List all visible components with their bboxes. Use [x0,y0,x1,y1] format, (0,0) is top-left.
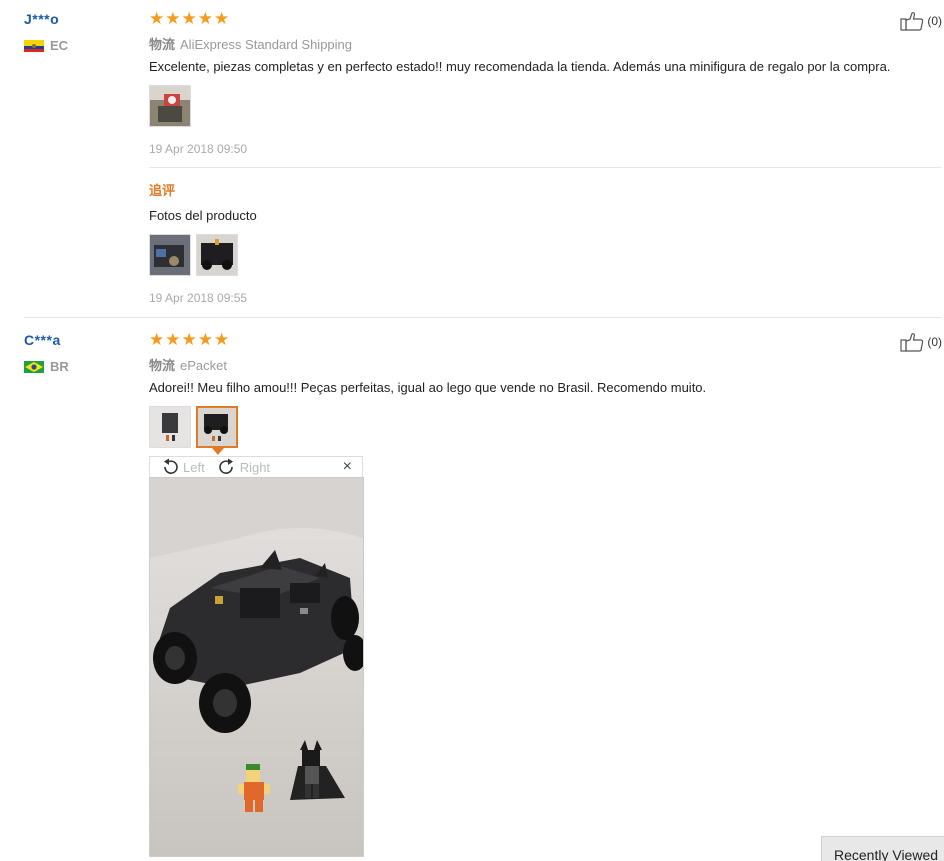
star-icon: ★ [165,9,181,28]
rotate-left-button[interactable]: Left [160,458,205,476]
star-icon: ★ [149,330,165,349]
review-photo-thumb[interactable] [149,85,191,127]
reviewer-country: EC [24,38,68,53]
shipping-info: 物流 AliExpress Standard Shipping [149,34,352,53]
recently-viewed-tab[interactable]: Recently Viewed [821,836,944,861]
shipping-method: AliExpress Standard Shipping [180,37,353,52]
shipping-info: 物流 ePacket [149,355,227,374]
review-date: 19 Apr 2018 09:50 [149,142,248,156]
star-icon: ★ [214,9,230,28]
star-rating: ★ ★ ★ ★ ★ [149,10,229,27]
photo-image [197,235,237,275]
reviewer-country: BR [24,359,69,374]
flag-ec-icon [24,39,44,52]
followup-photo-thumb[interactable] [149,234,191,276]
photo-image [150,86,190,126]
star-icon: ★ [197,330,213,349]
star-icon: ★ [181,9,197,28]
helpful-count: (0) [927,335,942,349]
helpful-button[interactable]: (0) [900,332,942,352]
shipping-label: 物流 [149,358,176,373]
helpful-count: (0) [927,14,942,28]
review-photo-enlarged [149,477,364,857]
star-icon: ★ [214,330,230,349]
star-icon: ★ [181,330,197,349]
thumbs-up-icon [900,12,924,31]
rotate-right-label: Right [239,459,271,475]
country-code: EC [50,38,69,53]
photo-image [150,407,190,447]
followup-date: 19 Apr 2018 09:55 [149,291,248,305]
star-icon: ★ [165,330,181,349]
rotate-right-button[interactable]: Right [215,458,270,476]
photo-image [198,408,236,446]
review-photo-thumb-selected[interactable] [196,406,238,448]
review-photo-thumb[interactable] [149,406,191,448]
reviews-page: J***o EC ★ ★ ★ ★ ★ 物流 AliExpress Standard… [0,0,944,861]
review-item: J***o EC ★ ★ ★ ★ ★ 物流 AliExpress Standard… [0,0,944,318]
followup-photo-thumb[interactable] [196,234,238,276]
photo-image [150,478,363,856]
shipping-method: ePacket [180,358,227,373]
followup-text: Fotos del producto [149,208,257,223]
viewer-pointer [212,448,224,455]
star-icon: ★ [149,9,165,28]
review-text: Excelente, piezas completas y en perfect… [149,59,891,74]
thumbs-up-icon [900,333,924,352]
rotate-left-icon [164,458,178,474]
star-rating: ★ ★ ★ ★ ★ [149,331,229,348]
shipping-label: 物流 [149,37,176,52]
followup-divider [149,167,941,168]
star-icon: ★ [197,9,213,28]
image-viewer-toolbar: Left Right × [149,456,363,477]
photo-image [150,235,190,275]
flag-br-icon [24,360,44,373]
helpful-button[interactable]: (0) [900,11,942,31]
followup-title: 追评 [149,183,176,198]
review-text: Adorei!! Meu filho amou!!! Peças perfeit… [149,380,707,395]
reviewer-name[interactable]: J***o [24,11,59,27]
country-code: BR [50,359,69,374]
close-icon[interactable]: × [343,457,352,477]
review-item: C***a BR ★ ★ ★ ★ ★ 物流 ePacket Adorei!! Me… [0,318,944,861]
reviewer-name[interactable]: C***a [24,332,61,348]
rotate-right-icon [218,458,233,474]
rotate-left-label: Left [183,459,205,475]
